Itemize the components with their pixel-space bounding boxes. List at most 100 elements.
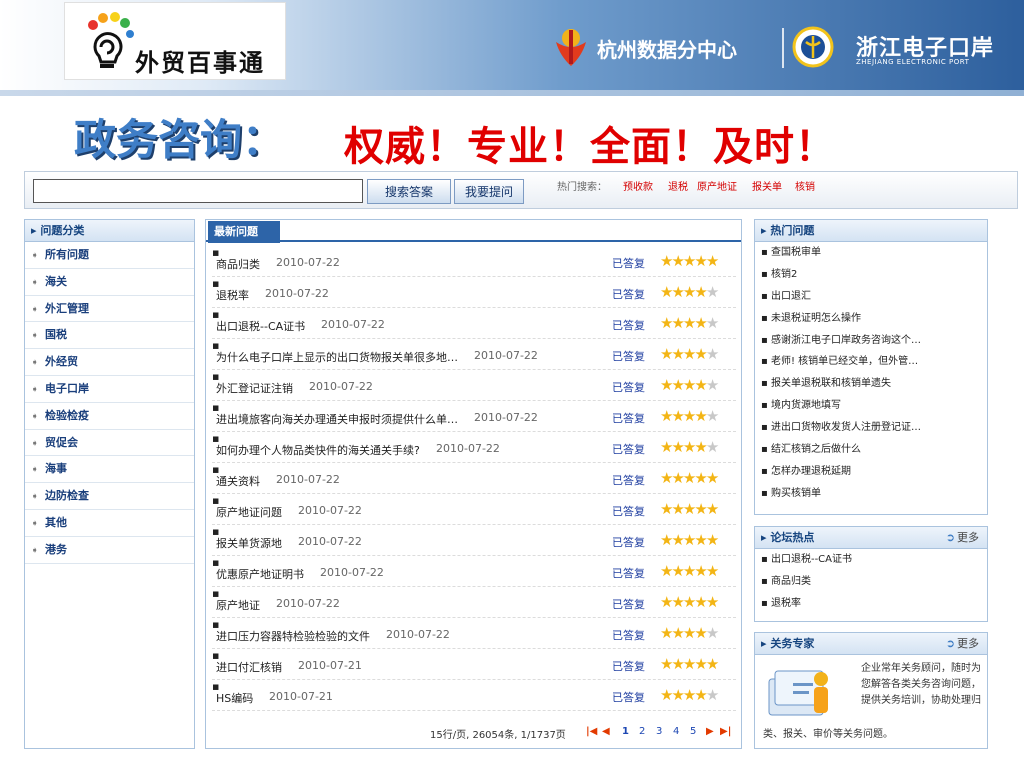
hot-question-item[interactable]: ▪ 怎样办理退税延期 <box>755 461 987 483</box>
bullet-icon: ▪ <box>761 312 771 324</box>
sidebar-item-all[interactable]: ➧ 所有问题 <box>25 242 194 269</box>
question-title[interactable]: 通关资料 <box>216 473 260 489</box>
hot-question-item[interactable]: ▪ 出口退汇 <box>755 286 987 308</box>
sidebar-item-other[interactable]: ➧ 其他 <box>25 510 194 537</box>
page-number[interactable]: 5 <box>690 726 696 737</box>
hot-question-item[interactable]: ▪ 感谢浙江电子口岸政务咨询这个… <box>755 330 987 352</box>
question-row[interactable]: ▪ 报关单货源地 2010-07-22 已答复 ★★★★★ <box>212 525 736 556</box>
question-row[interactable]: ▪ 退税率 2010-07-22 已答复 ★★★★★ <box>212 277 736 308</box>
hot-question-item-label: 查国税审单 <box>770 247 821 258</box>
question-row[interactable]: ▪ 原产地证问题 2010-07-22 已答复 ★★★★★ <box>212 494 736 525</box>
question-title[interactable]: 出口退税--CA证书 <box>216 318 305 334</box>
hot-question-item[interactable]: ▪ 报关单退税联和核销单遗失 <box>755 373 987 395</box>
first-page-icon[interactable]: |◀ <box>586 726 597 737</box>
search-input[interactable] <box>33 179 363 203</box>
answered-status: 已答复 <box>612 474 645 487</box>
question-title[interactable]: 进出境旅客向海关办理通关申报时须提供什么单… <box>216 411 458 427</box>
sidebar-item-label: 检验检疫 <box>45 408 89 422</box>
forum-item[interactable]: ▪ 商品归类 <box>755 571 987 593</box>
hot-question-item[interactable]: ▪ 查国税审单 <box>755 242 987 264</box>
question-row[interactable]: ▪ 进口压力容器特检验检验的文件 2010-07-22 已答复 ★★★★★ <box>212 618 736 649</box>
page-number[interactable]: 3 <box>656 726 662 737</box>
prev-page-icon[interactable]: ◀ <box>602 726 610 737</box>
page-number[interactable]: 2 <box>639 726 645 737</box>
sidebar-item-ccpit[interactable]: ➧ 贸促会 <box>25 430 194 457</box>
hot-question-item[interactable]: ▪ 未退税证明怎么操作 <box>755 308 987 330</box>
question-row[interactable]: ▪ 通关资料 2010-07-22 已答复 ★★★★★ <box>212 463 736 494</box>
sidebar-item-trade[interactable]: ➧ 外经贸 <box>25 349 194 376</box>
search-answers-button[interactable]: 搜索答案 <box>367 179 451 204</box>
question-row[interactable]: ▪ 原产地证 2010-07-22 已答复 ★★★★★ <box>212 587 736 618</box>
hot-keyword-link[interactable]: 预收款 <box>623 178 653 193</box>
forum-more-link[interactable]: ➲ 更多 <box>946 527 979 549</box>
question-title[interactable]: 商品归类 <box>216 256 260 272</box>
hot-question-item-label: 感谢浙江电子口岸政务咨询这个… <box>770 334 921 346</box>
question-row[interactable]: ▪ 外汇登记证注销 2010-07-22 已答复 ★★★★★ <box>212 370 736 401</box>
question-title[interactable]: 进口付汇核销 <box>216 659 282 675</box>
star-icon: ★ <box>694 376 708 394</box>
sidebar-item-forex[interactable]: ➧ 外汇管理 <box>25 296 194 323</box>
question-title[interactable]: HS编码 <box>216 690 253 706</box>
forum-item-label: 退税率 <box>770 597 801 609</box>
tab-latest-questions[interactable]: 最新问题 <box>208 221 280 243</box>
hot-keyword-link[interactable]: 报关单 <box>752 178 782 193</box>
hot-question-item[interactable]: ▪ 结汇核销之后做什么 <box>755 439 987 461</box>
forum-item[interactable]: ▪ 退税率 <box>755 593 987 615</box>
forum-hot-panel: ▸ 论坛热点 ➲ 更多 ▪ 出口退税--CA证书 ▪ 商品归类 ▪ 退税率 <box>754 526 988 622</box>
sidebar-item-eport[interactable]: ➧ 电子口岸 <box>25 376 194 403</box>
question-row[interactable]: ▪ 出口退税--CA证书 2010-07-22 已答复 ★★★★★ <box>212 308 736 339</box>
page-number[interactable]: 4 <box>673 726 679 737</box>
hot-question-item[interactable]: ▪ 境内货源地填写 <box>755 395 987 417</box>
forum-item[interactable]: ▪ 出口退税--CA证书 <box>755 549 987 571</box>
expert-more-label: 更多 <box>957 637 979 650</box>
page-number[interactable]: 1 <box>622 726 629 737</box>
question-title[interactable]: 原产地证 <box>216 597 260 613</box>
hot-question-item[interactable]: ▪ 购买核销单 <box>755 483 987 505</box>
star-icon: ★ <box>682 500 697 518</box>
question-title[interactable]: 外汇登记证注销 <box>216 380 293 396</box>
next-page-icon[interactable]: ▶ <box>706 726 714 737</box>
pager-summary: 15行/页, 26054条, 1/1737页 <box>430 730 566 741</box>
star-icon: ★ <box>705 686 720 704</box>
question-row[interactable]: ▪ 进口付汇核销 2010-07-21 已答复 ★★★★★ <box>212 649 736 680</box>
last-page-icon[interactable]: ▶| <box>720 726 731 737</box>
question-row[interactable]: ▪ 商品归类 2010-07-22 已答复 ★★★★★ <box>212 246 736 277</box>
question-title[interactable]: 优惠原产地证明书 <box>216 566 304 582</box>
hot-keyword-link[interactable]: 退税 <box>668 178 688 193</box>
hot-keyword-link[interactable]: 原产地证 <box>697 178 737 193</box>
question-row[interactable]: ▪ 为什么电子口岸上显示的出口货物报关单很多地… 2010-07-22 已答复 ★★★… <box>212 339 736 370</box>
site-logo[interactable]: 外贸百事通 <box>64 2 286 80</box>
question-row[interactable]: ▪ 如何办理个人物品类快件的海关通关手续? 2010-07-22 已答复 ★★★★★ <box>212 432 736 463</box>
sidebar-item-inspection[interactable]: ➧ 检验检疫 <box>25 403 194 430</box>
question-title[interactable]: 进口压力容器特检验检验的文件 <box>216 628 370 644</box>
hot-question-item[interactable]: ▪ 进出口货物收发货人注册登记证… <box>755 417 987 439</box>
star-icon: ★ <box>660 624 674 642</box>
question-row[interactable]: ▪ 进出境旅客向海关办理通关申报时须提供什么单… 2010-07-22 已答复 ★★★… <box>212 401 736 432</box>
question-title[interactable]: 报关单货源地 <box>216 535 282 551</box>
star-icon: ★ <box>671 655 685 673</box>
ask-question-button[interactable]: 我要提问 <box>454 179 524 204</box>
sidebar-item-customs[interactable]: ➧ 海关 <box>25 269 194 296</box>
sidebar-item-border[interactable]: ➧ 边防检查 <box>25 483 194 510</box>
star-icon: ★ <box>682 593 697 611</box>
hangzhou-center-name: 杭州数据分中心 <box>597 38 737 62</box>
header-banner: 外贸百事通 杭州数据分中心 浙江电子口岸 ZHEJIANG ELECTRONIC… <box>0 0 1024 96</box>
star-icon: ★ <box>660 407 674 425</box>
sidebar-item-label: 其他 <box>45 515 67 529</box>
expert-more-link[interactable]: ➲ 更多 <box>946 633 979 655</box>
sidebar-item-tax[interactable]: ➧ 国税 <box>25 322 194 350</box>
question-title[interactable]: 如何办理个人物品类快件的海关通关手续? <box>216 442 420 458</box>
question-title[interactable]: 原产地证问题 <box>216 504 282 520</box>
question-row[interactable]: ▪ HS编码 2010-07-21 已答复 ★★★★★ <box>212 680 736 711</box>
question-row[interactable]: ▪ 优惠原产地证明书 2010-07-22 已答复 ★★★★★ <box>212 556 736 587</box>
star-icon: ★ <box>705 593 720 611</box>
rating-stars: ★★★★★ <box>660 686 720 704</box>
sidebar-item-port[interactable]: ➧ 港务 <box>25 537 194 564</box>
question-title[interactable]: 退税率 <box>216 287 249 303</box>
star-icon: ★ <box>660 314 674 332</box>
hot-question-item[interactable]: ▪ 老师! 核销单已经交单，但外管… <box>755 351 987 373</box>
question-title[interactable]: 为什么电子口岸上显示的出口货物报关单很多地… <box>216 349 458 365</box>
sidebar-item-maritime[interactable]: ➧ 海事 <box>25 456 194 484</box>
hot-question-item[interactable]: ▪ 核销2 <box>755 264 987 286</box>
hot-keyword-link[interactable]: 核销 <box>795 178 815 193</box>
